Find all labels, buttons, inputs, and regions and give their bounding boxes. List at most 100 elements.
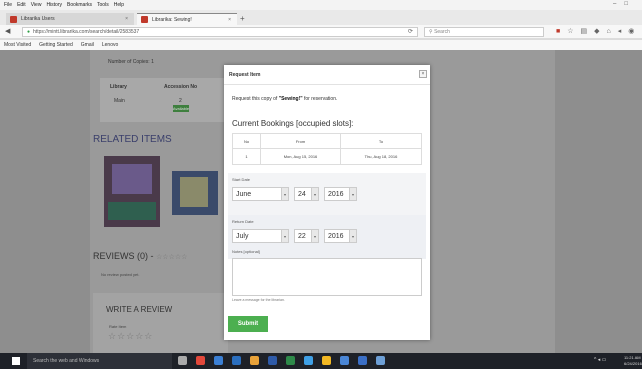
chevron-down-icon: ▾ xyxy=(349,230,356,242)
submit-button[interactable]: Submit xyxy=(228,316,268,332)
app-icon[interactable] xyxy=(196,356,205,365)
tab-label: Librarika: Sewing! xyxy=(152,16,192,23)
bookmark-star-icon[interactable]: ☆ xyxy=(567,28,580,35)
close-tab-icon[interactable]: × xyxy=(125,16,128,22)
booking-to: Thu, Aug 18, 2016 xyxy=(364,154,398,159)
bookings-header-row: No From To xyxy=(233,134,421,149)
back-arrow-icon[interactable]: ◀ xyxy=(5,27,10,35)
return-day-select[interactable]: 22 ▾ xyxy=(294,229,319,243)
word-icon[interactable] xyxy=(268,356,277,365)
notes-textarea[interactable] xyxy=(232,258,422,296)
clock-date: 6/24/2016 xyxy=(624,361,642,366)
related-item-image[interactable] xyxy=(104,156,160,227)
header-to: To xyxy=(378,138,384,144)
header-from: From xyxy=(261,134,341,148)
maximize-icon[interactable]: □ xyxy=(624,1,636,7)
menu-tools[interactable]: Tools xyxy=(97,2,109,8)
menu-help[interactable]: Help xyxy=(114,2,124,8)
chevron-down-icon: ▾ xyxy=(311,230,318,242)
tab-label: Librarika Users xyxy=(21,16,55,22)
menu-edit[interactable]: Edit xyxy=(17,2,26,8)
close-icon[interactable]: × xyxy=(419,70,427,78)
bookmark-lenovo[interactable]: Lenovo xyxy=(102,42,118,48)
write-review-title: WRITE A REVIEW xyxy=(106,305,173,314)
clipboard-icon[interactable]: ▤ xyxy=(581,28,595,35)
home-icon[interactable]: ⌂ xyxy=(607,28,618,35)
header-no: No xyxy=(233,134,261,148)
search-bar[interactable]: ⚲ Search xyxy=(424,27,544,37)
app-icon[interactable] xyxy=(214,356,223,365)
return-day-value: 22 xyxy=(298,232,306,240)
library-table: Library Accession No Main 2 Available xyxy=(100,78,224,122)
chevron-down-icon: ▾ xyxy=(349,188,356,200)
url-text: https://mintt.librarika.com/search/detai… xyxy=(33,29,140,35)
url-bar[interactable]: ● https://mintt.librarika.com/search/det… xyxy=(22,27,418,37)
request-item-modal: Request Item × Request this copy of "Sew… xyxy=(224,65,430,340)
start-day-select[interactable]: 24 ▾ xyxy=(294,187,319,201)
bookmark-getting-started[interactable]: Getting Started xyxy=(39,42,73,48)
return-month-select[interactable]: July ▾ xyxy=(232,229,289,243)
modal-header: Request Item × xyxy=(224,65,430,85)
start-month-value: June xyxy=(236,190,252,198)
pocket-icon[interactable]: ◆ xyxy=(594,28,606,35)
start-month-select[interactable]: June ▾ xyxy=(232,187,289,201)
modal-title: Request Item xyxy=(229,72,261,78)
start-day-value: 24 xyxy=(298,190,306,198)
menu-file[interactable]: File xyxy=(4,2,12,8)
windows-start-icon[interactable] xyxy=(12,357,20,365)
chrome-icon[interactable] xyxy=(322,356,331,365)
reviews-title: REVIEWS (0) - ☆☆☆☆☆ xyxy=(93,251,187,261)
tab-librarika-sewing[interactable]: Librarika: Sewing! × xyxy=(137,13,237,25)
library-header: Library xyxy=(110,84,127,90)
menu-view[interactable]: View xyxy=(31,2,42,8)
start-date-block: Start Date June ▾ 24 ▾ 2016 ▾ xyxy=(228,173,426,217)
rate-item-label: Rate Item xyxy=(109,324,127,329)
new-tab-icon[interactable]: + xyxy=(240,14,245,23)
return-year-select[interactable]: 2016 ▾ xyxy=(324,229,357,243)
app-icon[interactable] xyxy=(376,356,385,365)
chevron-down-icon: ▾ xyxy=(281,188,288,200)
excel-icon[interactable] xyxy=(286,356,295,365)
librarika-favicon-icon xyxy=(10,15,17,23)
app-icon[interactable] xyxy=(340,356,349,365)
window-controls: –□ xyxy=(613,1,636,7)
firefox-icon[interactable] xyxy=(250,356,259,365)
task-view-icon[interactable] xyxy=(178,356,187,365)
bookings-title: Current Bookings [occupied slots]: xyxy=(232,119,354,128)
reload-icon[interactable]: ⟳ xyxy=(408,28,413,35)
bookmarks-bar: Most Visited Getting Started Gmail Lenov… xyxy=(0,40,642,50)
bookings-table: No From To 1 Mon, Aug 15, 2016 Thu, Aug … xyxy=(232,133,422,165)
menu-bookmarks[interactable]: Bookmarks xyxy=(67,2,92,8)
menu-history[interactable]: History xyxy=(46,2,62,8)
search-placeholder: Search xyxy=(434,29,450,35)
taskbar-search[interactable]: Search the web and Windows xyxy=(27,353,172,369)
tab-librarika-users[interactable]: Librarika Users × xyxy=(6,13,134,25)
start-year-select[interactable]: 2016 ▾ xyxy=(324,187,357,201)
status-badge: Available xyxy=(172,105,190,112)
edge-icon[interactable] xyxy=(304,356,313,365)
toolbar-icons: ■☆▤◆⌂◂◉ xyxy=(556,27,641,35)
no-review-text: No review posted yet. xyxy=(101,272,140,277)
related-item-image[interactable] xyxy=(172,171,218,215)
share-icon[interactable]: ◂ xyxy=(618,28,629,35)
addon-icon[interactable]: ■ xyxy=(556,28,567,35)
copies-label: Number of Copies: 1 xyxy=(108,59,154,65)
system-tray-icons[interactable]: ^ ◂ ▭ xyxy=(594,357,606,363)
return-year-value: 2016 xyxy=(328,232,344,240)
menu-bar: File Edit View History Bookmarks Tools H… xyxy=(0,0,642,10)
bookmark-gmail[interactable]: Gmail xyxy=(81,42,94,48)
taskbar-clock[interactable]: 11:21 AM 6/24/2016 xyxy=(624,355,642,367)
navigation-bar: ◀ ● https://mintt.librarika.com/search/d… xyxy=(0,25,642,39)
app-icon[interactable] xyxy=(358,356,367,365)
minimize-icon[interactable]: – xyxy=(613,1,624,7)
app-icon[interactable] xyxy=(232,356,241,365)
write-review-panel: WRITE A REVIEW Rate Item ☆☆☆☆☆ xyxy=(93,293,228,353)
review-stars-icon: ☆☆☆☆☆ xyxy=(156,254,188,261)
chevron-down-icon: ▾ xyxy=(281,230,288,242)
rating-stars-icon[interactable]: ☆☆☆☆☆ xyxy=(108,331,153,342)
request-intro: Request this copy of "Sewing!" for reser… xyxy=(232,96,337,102)
bookmark-most-visited[interactable]: Most Visited xyxy=(4,42,31,48)
close-tab-icon[interactable]: × xyxy=(228,17,231,23)
notes-label: Notes [optional] xyxy=(232,249,260,254)
menu-icon[interactable]: ◉ xyxy=(628,28,641,35)
